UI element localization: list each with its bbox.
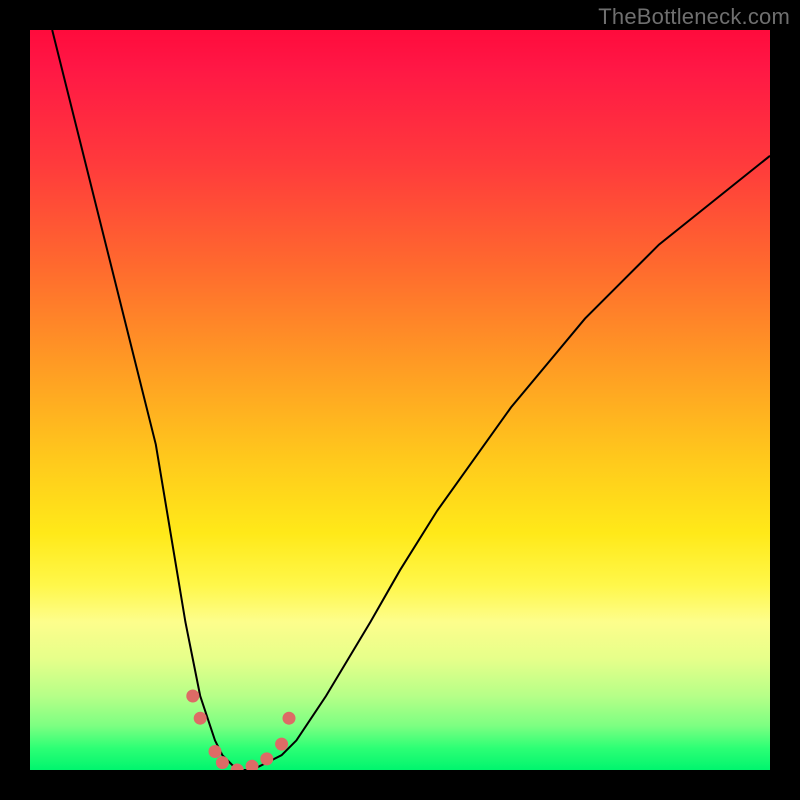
curve-marker	[194, 712, 206, 724]
curve-marker	[261, 753, 273, 765]
curve-marker	[187, 690, 199, 702]
watermark-label: TheBottleneck.com	[598, 4, 790, 30]
curve-overlay	[30, 30, 770, 770]
curve-marker	[276, 738, 288, 750]
plot-area	[30, 30, 770, 770]
chart-frame: TheBottleneck.com	[0, 0, 800, 800]
curve-marker	[283, 712, 295, 724]
bottleneck-curve	[52, 30, 770, 770]
curve-marker	[216, 757, 228, 769]
curve-marker	[209, 746, 221, 758]
curve-marker	[246, 760, 258, 770]
